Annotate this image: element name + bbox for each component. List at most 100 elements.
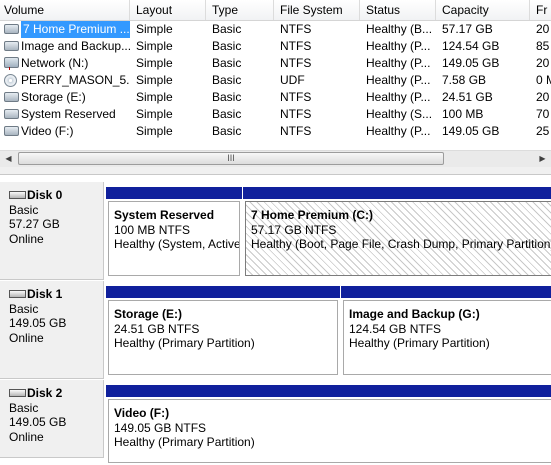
disk-state: Online: [9, 429, 44, 444]
partition-storage-e[interactable]: Storage (E:) 24.51 GB NTFS Healthy (Prim…: [106, 286, 340, 377]
pane-splitter[interactable]: [0, 167, 551, 175]
disk-size: 57.27 GB: [9, 217, 60, 231]
partition-bar: [243, 187, 551, 199]
partition-name: 7 Home Premium (C:): [251, 208, 374, 222]
column-header-status[interactable]: Status: [360, 0, 436, 20]
cd-icon: [4, 74, 17, 88]
volume-capacity: 24.51 GB: [442, 90, 493, 104]
volume-layout: Simple: [136, 39, 173, 53]
volume-capacity: 149.05 GB: [442, 124, 500, 138]
volume-file-system: NTFS: [280, 107, 312, 121]
hard-disk-icon: [9, 190, 26, 199]
volume-layout: Simple: [136, 22, 173, 36]
column-header-row: Volume Layout Type File System Status Ca…: [0, 0, 551, 21]
hard-disk-icon: [9, 289, 26, 298]
volume-layout: Simple: [136, 90, 173, 104]
volume-name[interactable]: PERRY_MASON_5...: [21, 72, 130, 89]
disk-row-1: Disk 1 Basic 149.05 GB Online Storage (E…: [0, 281, 551, 379]
volume-status: Healthy (P...: [366, 56, 431, 70]
partition-status: Healthy (Primary Partition): [114, 435, 255, 449]
volume-type: Basic: [212, 124, 242, 138]
partition-name: Storage (E:): [114, 307, 183, 321]
disk-state: Online: [9, 231, 44, 246]
column-header-capacity[interactable]: Capacity: [436, 0, 530, 20]
disk-title: Disk 2: [27, 386, 63, 400]
volume-capacity: 100 MB: [442, 107, 484, 121]
partition-bar: [341, 286, 551, 298]
volume-layout: Simple: [136, 124, 173, 138]
hard-disk-icon: [9, 388, 26, 397]
column-header-type[interactable]: Type: [206, 0, 274, 20]
volume-free: 20: [536, 56, 550, 70]
column-header-layout[interactable]: Layout: [130, 0, 206, 20]
partition-size: 57.17 GB NTFS: [251, 222, 337, 237]
partition-c-drive[interactable]: 7 Home Premium (C:) 57.17 GB NTFS Health…: [243, 187, 551, 278]
partition-system-reserved[interactable]: System Reserved 100 MB NTFS Healthy (Sys…: [106, 187, 242, 278]
disk-info-1[interactable]: Disk 1 Basic 149.05 GB Online: [0, 281, 104, 379]
volume-file-system: NTFS: [280, 90, 312, 104]
disk-type: Basic: [9, 400, 39, 415]
column-header-free[interactable]: Fr: [530, 0, 551, 20]
scroll-left-arrow-icon[interactable]: ◀: [0, 151, 17, 167]
partition-name: Image and Backup (G:): [349, 307, 480, 321]
volume-capacity: 7.58 GB: [442, 73, 487, 87]
volume-name[interactable]: 7 Home Premium ...: [21, 21, 130, 38]
volume-status: Healthy (P...: [366, 90, 431, 104]
volume-file-system: NTFS: [280, 39, 312, 53]
volume-name[interactable]: Image and Backup...: [21, 38, 130, 55]
horizontal-scrollbar[interactable]: ◀ III ▶: [0, 150, 551, 167]
drive-icon: [4, 23, 19, 34]
disk-graphical-view: Disk 0 Basic 57.27 GB Online System Rese…: [0, 175, 551, 463]
disk-type: Basic: [9, 301, 39, 316]
disk-info-2[interactable]: Disk 2 Basic 149.05 GB Online: [0, 380, 104, 458]
volume-type: Basic: [212, 22, 242, 36]
volume-name[interactable]: Storage (E:): [21, 89, 86, 106]
volume-type: Basic: [212, 39, 242, 53]
table-row[interactable]: PERRY_MASON_5... Simple Basic UDF Health…: [0, 72, 551, 89]
drive-icon: [4, 91, 19, 102]
disk-row-0: Disk 0 Basic 57.27 GB Online System Rese…: [0, 182, 551, 280]
volume-free: 20: [536, 90, 550, 104]
disk-title: Disk 1: [27, 287, 63, 301]
volume-name[interactable]: Video (F:): [21, 123, 73, 140]
volume-list[interactable]: Volume Layout Type File System Status Ca…: [0, 0, 551, 150]
table-row[interactable]: Storage (E:) Simple Basic NTFS Healthy (…: [0, 89, 551, 106]
volume-status: Healthy (S...: [366, 107, 433, 121]
scroll-right-arrow-icon[interactable]: ▶: [534, 151, 551, 167]
volume-layout: Simple: [136, 73, 173, 87]
volume-free: 25: [536, 124, 550, 138]
column-header-volume[interactable]: Volume: [0, 0, 130, 20]
table-row[interactable]: System Reserved Simple Basic NTFS Health…: [0, 106, 551, 123]
volume-type: Basic: [212, 107, 242, 121]
volume-capacity: 149.05 GB: [442, 56, 500, 70]
table-row[interactable]: Image and Backup... Simple Basic NTFS He…: [0, 38, 551, 55]
column-header-file-system[interactable]: File System: [274, 0, 360, 20]
disk-state: Online: [9, 330, 44, 345]
disk-title: Disk 0: [27, 188, 63, 202]
volume-type: Basic: [212, 56, 242, 70]
partition-video-f[interactable]: Video (F:) 149.05 GB NTFS Healthy (Prima…: [106, 385, 551, 465]
volume-file-system: NTFS: [280, 56, 312, 70]
scrollbar-thumb[interactable]: III: [18, 152, 444, 165]
drive-icon: [4, 40, 19, 51]
table-row[interactable]: Network (N:) Simple Basic NTFS Healthy (…: [0, 55, 551, 72]
partition-size: 149.05 GB NTFS: [114, 420, 207, 435]
volume-status: Healthy (B...: [366, 22, 433, 36]
disk-type: Basic: [9, 202, 39, 217]
volume-name[interactable]: System Reserved: [21, 106, 116, 123]
partition-size: 100 MB NTFS: [114, 222, 191, 237]
volume-free: 0 M: [536, 73, 551, 87]
volume-layout: Simple: [136, 107, 173, 121]
volume-free: 85: [536, 39, 550, 53]
partition-image-backup-g[interactable]: Image and Backup (G:) 124.54 GB NTFS Hea…: [341, 286, 551, 377]
disk-info-0[interactable]: Disk 0 Basic 57.27 GB Online: [0, 182, 104, 280]
volume-free: 70: [536, 107, 550, 121]
table-row[interactable]: Video (F:) Simple Basic NTFS Healthy (P.…: [0, 123, 551, 140]
volume-name[interactable]: Network (N:): [21, 55, 88, 72]
volume-file-system: NTFS: [280, 22, 312, 36]
partition-bar: [106, 187, 242, 199]
volume-free: 20: [536, 22, 550, 36]
volume-file-system: NTFS: [280, 124, 312, 138]
disk-size: 149.05 GB: [9, 415, 67, 429]
table-row[interactable]: 7 Home Premium ... Simple Basic NTFS Hea…: [0, 21, 551, 38]
